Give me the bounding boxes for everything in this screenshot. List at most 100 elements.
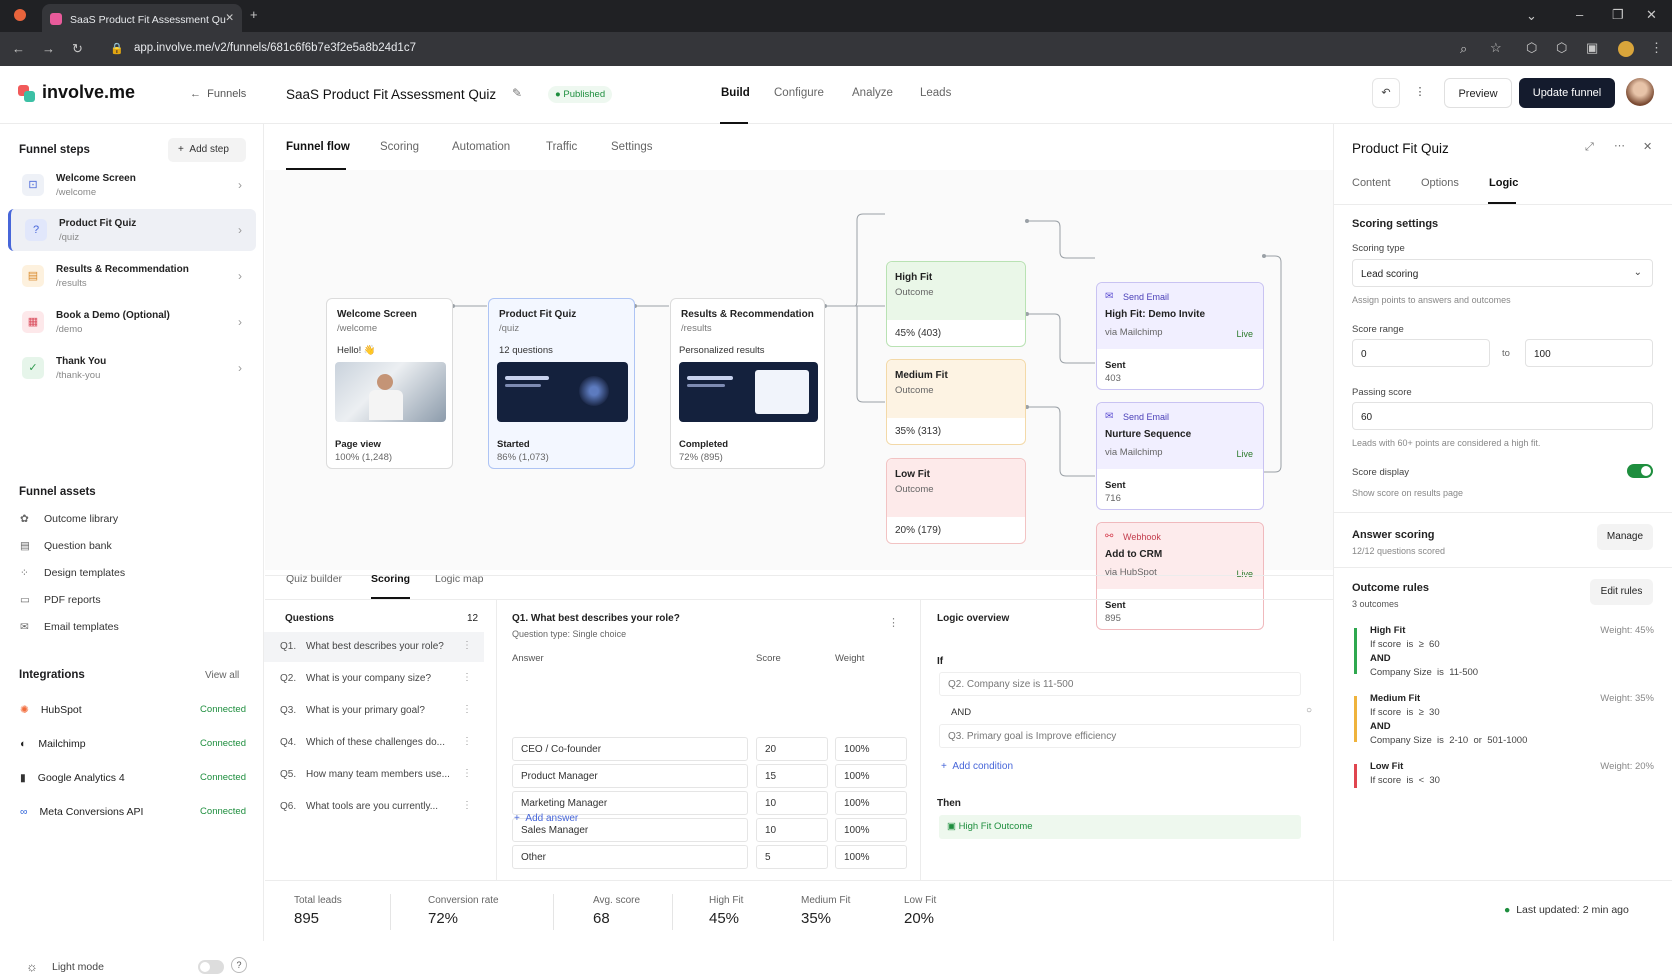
integration-google-analytics[interactable]: ▮ Google Analytics 4 Connected bbox=[20, 772, 246, 790]
address-bar[interactable]: app.involve.me/v2/funnels/681c6f6b7e3f2e… bbox=[134, 42, 416, 54]
rule-low-fit[interactable]: Low Fit Weight: 20% If score is < 30 bbox=[1354, 760, 1654, 794]
browser-profile-icon[interactable] bbox=[14, 9, 26, 21]
condition-handle-icon[interactable]: ○ bbox=[1306, 705, 1312, 716]
nav-analyze[interactable]: Analyze bbox=[852, 87, 893, 99]
restore-icon[interactable]: ❐ bbox=[1612, 8, 1624, 22]
back-icon[interactable]: ← bbox=[12, 42, 25, 56]
passing-score-input[interactable]: 60 bbox=[1352, 402, 1653, 430]
add-step-button[interactable]: + Add step bbox=[168, 138, 246, 162]
rule-medium-fit[interactable]: Medium Fit Weight: 35% If score is ≥ 30 … bbox=[1354, 692, 1654, 748]
answer-score-cell[interactable]: 5 bbox=[756, 845, 828, 869]
answer-weight-cell[interactable]: 100% bbox=[835, 818, 907, 842]
answer-answer-cell[interactable]: Product Manager bbox=[512, 764, 748, 788]
question-row[interactable]: Q4. Which of these challenges do... ⋮ bbox=[264, 728, 484, 758]
scoring-type-select[interactable]: Lead scoring ⌄ bbox=[1352, 259, 1653, 287]
theme-toggle[interactable] bbox=[198, 960, 224, 974]
question-row[interactable]: Q3. What is your primary goal? ⋮ bbox=[264, 696, 484, 726]
tab-bottom-scoring[interactable]: Scoring bbox=[371, 573, 410, 585]
step-thank-you[interactable]: ✓ Thank You /thank-you › bbox=[8, 347, 256, 389]
minimize-icon[interactable]: – bbox=[1576, 8, 1583, 22]
tab-funnel-flow[interactable]: Funnel flow bbox=[286, 141, 350, 153]
asset-design-templates[interactable]: ⁘ Design templates bbox=[20, 567, 125, 585]
add-answer-button[interactable]: + Add answer bbox=[514, 813, 578, 824]
extensions-icon[interactable]: ⬡ bbox=[1526, 41, 1537, 55]
more-icon[interactable]: ⋮ bbox=[462, 768, 472, 779]
nav-leads[interactable]: Leads bbox=[920, 87, 951, 99]
nav-configure[interactable]: Configure bbox=[774, 87, 824, 99]
then-outcome[interactable]: ▣ High Fit Outcome bbox=[939, 815, 1301, 839]
help-button[interactable]: ? bbox=[231, 957, 247, 973]
action-nurture[interactable]: ✉ Send Email Nurture Sequence via Mailch… bbox=[1096, 402, 1264, 510]
answer-answer-cell[interactable]: Other bbox=[512, 845, 748, 869]
back-to-funnels[interactable]: ← Funnels bbox=[190, 88, 246, 100]
more-options-button[interactable]: ⋮ bbox=[1408, 78, 1432, 108]
nav-build[interactable]: Build bbox=[721, 87, 750, 99]
action-add-to-crm[interactable]: ⚯ Webhook Add to CRM via HubSpot Live Se… bbox=[1096, 522, 1264, 630]
step-welcome[interactable]: ⊡ Welcome Screen /welcome › bbox=[8, 164, 256, 206]
browser-menu-icon[interactable]: ⋮ bbox=[1650, 41, 1663, 55]
answer-answer-cell[interactable]: Marketing Manager bbox=[512, 791, 748, 815]
more-icon[interactable]: ⋮ bbox=[462, 736, 472, 747]
undo-button[interactable]: ↶ bbox=[1372, 78, 1400, 108]
answer-weight-cell[interactable]: 100% bbox=[835, 845, 907, 869]
panel-tab-logic[interactable]: Logic bbox=[1489, 177, 1518, 189]
answer-weight-cell[interactable]: 100% bbox=[835, 764, 907, 788]
outcome-high-fit[interactable]: High Fit Outcome 45% (403) bbox=[886, 261, 1026, 347]
tab-settings[interactable]: Settings bbox=[611, 141, 653, 153]
asset-email-templates[interactable]: ✉ Email templates bbox=[20, 621, 119, 639]
question-row[interactable]: Q5. How many team members use... ⋮ bbox=[264, 760, 484, 790]
outcome-low-fit[interactable]: Low Fit Outcome 20% (179) bbox=[886, 458, 1026, 544]
site-info-icon[interactable]: 🔒 bbox=[110, 42, 124, 56]
panel-close-icon[interactable]: ✕ bbox=[1643, 140, 1652, 153]
answer-weight-cell[interactable]: 100% bbox=[835, 791, 907, 815]
reload-icon[interactable]: ↻ bbox=[72, 42, 83, 56]
browser-tab[interactable]: SaaS Product Fit Assessment Qu ✕ bbox=[42, 4, 242, 32]
integration-meta[interactable]: ∞ Meta Conversions API Connected bbox=[20, 806, 246, 824]
new-tab-icon[interactable]: + bbox=[250, 8, 258, 22]
tab-search-icon[interactable]: ⌄ bbox=[1526, 9, 1537, 23]
step-quiz[interactable]: ? Product Fit Quiz /quiz › bbox=[8, 209, 256, 251]
panel-tab-content[interactable]: Content bbox=[1352, 177, 1391, 189]
edit-rules-button[interactable]: Edit rules bbox=[1590, 579, 1653, 605]
score-min-input[interactable]: 0 bbox=[1352, 339, 1490, 367]
extension-icon[interactable]: ⬡ bbox=[1556, 41, 1567, 55]
tab-automation[interactable]: Automation bbox=[452, 141, 510, 153]
answer-answer-cell[interactable]: CEO / Co-founder bbox=[512, 737, 748, 761]
forward-icon[interactable]: → bbox=[42, 42, 55, 56]
condition-1[interactable]: Q2. Company size is 11-500 bbox=[939, 672, 1301, 696]
step-results[interactable]: ▤ Results & Recommendation /results › bbox=[8, 255, 256, 297]
answer-score-cell[interactable]: 10 bbox=[756, 791, 828, 815]
tab-scoring[interactable]: Scoring bbox=[380, 141, 419, 153]
action-demo-invite[interactable]: ✉ Send Email High Fit: Demo Invite via M… bbox=[1096, 282, 1264, 390]
question-row[interactable]: Q6. What tools are you currently... ⋮ bbox=[264, 792, 484, 822]
more-icon[interactable]: ⋮ bbox=[462, 640, 472, 651]
profile-avatar[interactable] bbox=[1618, 41, 1634, 57]
preview-button[interactable]: Preview bbox=[1444, 78, 1512, 108]
answer-score-cell[interactable]: 15 bbox=[756, 764, 828, 788]
question-row[interactable]: Q2. What is your company size? ⋮ bbox=[264, 664, 484, 694]
more-icon[interactable]: ⋮ bbox=[462, 704, 472, 715]
question-more-icon[interactable]: ⋮ bbox=[888, 616, 899, 629]
integration-mailchimp[interactable]: ◐ Mailchimp Connected bbox=[20, 738, 246, 756]
condition-2[interactable]: Q3. Primary goal is Improve efficiency bbox=[939, 724, 1301, 748]
user-avatar[interactable] bbox=[1626, 78, 1654, 106]
question-row[interactable]: Q1. What best describes your role? ⋮ bbox=[264, 632, 484, 662]
answer-weight-cell[interactable]: 100% bbox=[835, 737, 907, 761]
zoom-icon[interactable]: ⌕ bbox=[1460, 42, 1467, 56]
flow-canvas[interactable]: Welcome Screen /welcome Hello! 👋 Page vi… bbox=[265, 170, 1333, 630]
step-demo[interactable]: ▦ Book a Demo (Optional) /demo › bbox=[8, 301, 256, 343]
tab-logic-map[interactable]: Logic map bbox=[435, 573, 483, 585]
bookmark-icon[interactable]: ☆ bbox=[1490, 41, 1502, 55]
asset-pdf-reports[interactable]: ▭ PDF reports bbox=[20, 594, 101, 612]
answer-score-cell[interactable]: 20 bbox=[756, 737, 828, 761]
expand-icon[interactable]: ⤢ bbox=[1585, 141, 1594, 154]
tab-quiz-builder[interactable]: Quiz builder bbox=[286, 573, 342, 585]
score-display-toggle[interactable] bbox=[1627, 464, 1653, 478]
node-results[interactable]: Results & Recommendation /results Person… bbox=[670, 298, 825, 469]
node-welcome[interactable]: Welcome Screen /welcome Hello! 👋 Page vi… bbox=[326, 298, 453, 469]
add-condition-button[interactable]: + Add condition bbox=[941, 761, 1013, 772]
panel-more-icon[interactable]: ⋯ bbox=[1614, 139, 1625, 152]
outcome-medium-fit[interactable]: Medium Fit Outcome 35% (313) bbox=[886, 359, 1026, 445]
manage-button[interactable]: Manage bbox=[1597, 524, 1653, 550]
tab-traffic[interactable]: Traffic bbox=[546, 141, 577, 153]
